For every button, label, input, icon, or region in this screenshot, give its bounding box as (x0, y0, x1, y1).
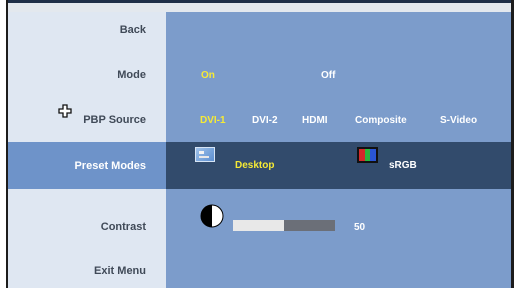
pbp-option-dvi-2[interactable]: DVI-2 (252, 115, 278, 126)
contrast-value: 50 (354, 222, 366, 233)
contrast-slider-fill (233, 220, 284, 231)
menu-item-contrast[interactable]: Contrast (101, 221, 146, 233)
menu-item-pbp-source[interactable]: PBP Source (83, 114, 146, 126)
srgb-color-bars-icon (357, 147, 378, 163)
preset-option-srgb[interactable]: sRGB (389, 160, 417, 171)
top-frame-strip (8, 0, 511, 12)
pbp-option-hdmi[interactable]: HDMI (302, 115, 328, 126)
menu-item-preset-modes[interactable]: Preset Modes (74, 160, 146, 172)
pbp-option-s-video[interactable]: S-Video (440, 115, 477, 126)
left-frame-edge (0, 0, 8, 288)
contrast-slider[interactable] (233, 220, 335, 231)
pbp-option-composite[interactable]: Composite (355, 115, 407, 126)
desktop-preset-icon (195, 147, 215, 162)
contrast-half-circle-icon (200, 204, 224, 228)
cursor-crosshair-icon (58, 104, 72, 118)
menu-item-exit[interactable]: Exit Menu (94, 265, 146, 277)
menu-item-back[interactable]: Back (120, 24, 146, 36)
mode-option-on[interactable]: On (201, 70, 215, 81)
preset-option-desktop[interactable]: Desktop (235, 160, 274, 171)
mode-option-off[interactable]: Off (321, 70, 335, 81)
menu-item-mode[interactable]: Mode (117, 69, 146, 81)
osd-menu: Back Mode PBP Source Preset Modes Contra… (8, 12, 511, 288)
pbp-option-dvi-1[interactable]: DVI-1 (200, 115, 226, 126)
